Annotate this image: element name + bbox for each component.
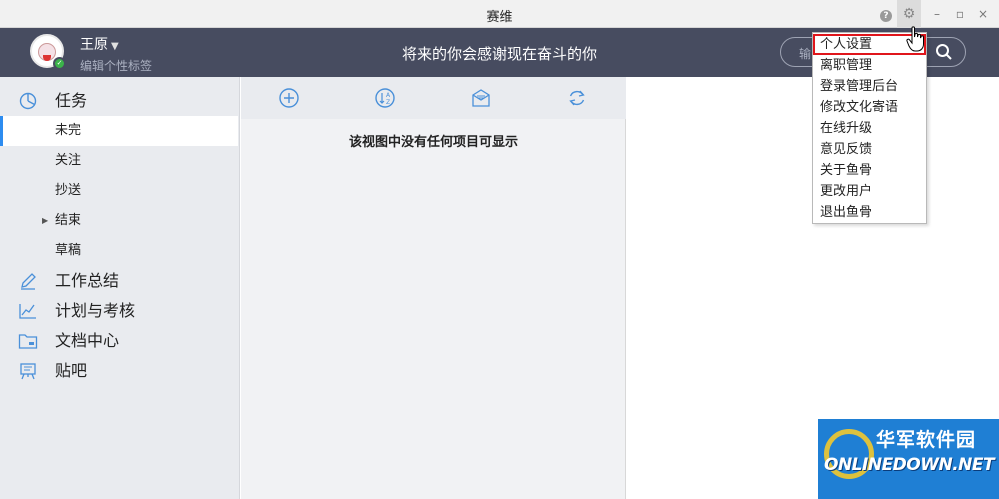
sidebar: 任务 未完 关注 抄送 ▶ 结束 草稿 工作总结 计划与考核 文档中心 贴吧 xyxy=(0,77,240,499)
add-icon[interactable] xyxy=(278,87,300,109)
online-status-icon: ✓ xyxy=(53,57,66,70)
sidebar-item-cc[interactable]: 抄送 xyxy=(0,176,238,206)
signature-link[interactable]: 编辑个性标签 xyxy=(80,57,152,74)
sidebar-item-label: 文档中心 xyxy=(55,331,120,350)
menu-item-resignation[interactable]: 离职管理 xyxy=(813,55,926,76)
mail-icon[interactable] xyxy=(470,87,492,109)
sidebar-item-work-summary[interactable]: 工作总结 xyxy=(0,266,240,296)
minimize-icon[interactable]: – xyxy=(927,4,947,24)
hand-cursor-icon xyxy=(906,26,924,52)
sidebar-item-label: 未完 xyxy=(55,123,82,138)
maximize-icon[interactable]: ▫ xyxy=(950,4,970,24)
sidebar-item-label: 抄送 xyxy=(55,183,82,198)
sidebar-item-label: 草稿 xyxy=(55,243,82,258)
sidebar-item-label: 结束 xyxy=(55,213,82,228)
folder-icon xyxy=(18,334,38,349)
sidebar-item-label: 计划与考核 xyxy=(55,301,136,320)
menu-item-about[interactable]: 关于鱼骨 xyxy=(813,160,926,181)
watermark-en-text: ONLINEDOWN.NET xyxy=(824,455,995,475)
caret-down-icon: ▼ xyxy=(111,41,119,52)
menu-item-edit-motto[interactable]: 修改文化寄语 xyxy=(813,97,926,118)
gear-icon[interactable]: ⚙ xyxy=(897,0,921,28)
sidebar-item-label: 工作总结 xyxy=(55,271,120,290)
search-placeholder: 输 xyxy=(799,47,812,61)
username-label: 王原 xyxy=(80,37,108,53)
svg-text:Z: Z xyxy=(386,99,390,106)
line-chart-icon xyxy=(19,304,36,319)
expand-arrow-icon[interactable]: ▶ xyxy=(42,206,48,236)
pencil-icon xyxy=(21,273,36,290)
watermark-logo: 华军软件园 ONLINEDOWN.NET xyxy=(818,419,999,499)
sidebar-item-plan-review[interactable]: 计划与考核 xyxy=(0,296,240,326)
close-icon[interactable]: × xyxy=(973,4,993,24)
help-icon[interactable]: ? xyxy=(876,4,896,24)
sidebar-item-forum[interactable]: 贴吧 xyxy=(0,356,240,386)
sidebar-item-followed[interactable]: 关注 xyxy=(0,146,238,176)
menu-item-online-upgrade[interactable]: 在线升级 xyxy=(813,118,926,139)
pie-chart-icon xyxy=(19,92,37,110)
sidebar-item-unfinished[interactable]: 未完 xyxy=(0,116,238,146)
window-title: 赛维 xyxy=(486,10,513,25)
sidebar-item-tasks[interactable]: 任务 xyxy=(0,86,240,116)
task-list-panel: A Z 该视图中没有任何项目可显示 xyxy=(241,77,626,499)
search-icon[interactable] xyxy=(935,43,953,61)
settings-menu: 个人设置 离职管理 登录管理后台 修改文化寄语 在线升级 意见反馈 关于鱼骨 更… xyxy=(812,32,927,224)
sidebar-item-finished[interactable]: ▶ 结束 xyxy=(0,206,238,236)
menu-item-admin-login[interactable]: 登录管理后台 xyxy=(813,76,926,97)
sidebar-item-label: 关注 xyxy=(55,153,82,168)
board-icon xyxy=(20,363,36,380)
watermark-cn-text: 华军软件园 xyxy=(876,429,977,451)
empty-view-message: 该视图中没有任何项目可显示 xyxy=(348,135,518,150)
sidebar-item-label: 任务 xyxy=(55,91,88,110)
sidebar-item-documents[interactable]: 文档中心 xyxy=(0,326,240,356)
sidebar-item-drafts[interactable]: 草稿 xyxy=(0,236,238,266)
menu-item-feedback[interactable]: 意见反馈 xyxy=(813,139,926,160)
task-toolbar: A Z xyxy=(241,77,626,119)
svg-text:A: A xyxy=(386,92,391,99)
refresh-icon[interactable] xyxy=(566,87,588,109)
sort-icon[interactable]: A Z xyxy=(374,87,396,109)
title-bar: 赛维 ? ⚙ – ▫ × xyxy=(0,0,999,28)
username-dropdown[interactable]: 王原 ▼ xyxy=(80,34,119,54)
sidebar-item-label: 贴吧 xyxy=(55,361,88,380)
menu-item-exit[interactable]: 退出鱼骨 xyxy=(813,202,926,223)
menu-item-switch-user[interactable]: 更改用户 xyxy=(813,181,926,202)
